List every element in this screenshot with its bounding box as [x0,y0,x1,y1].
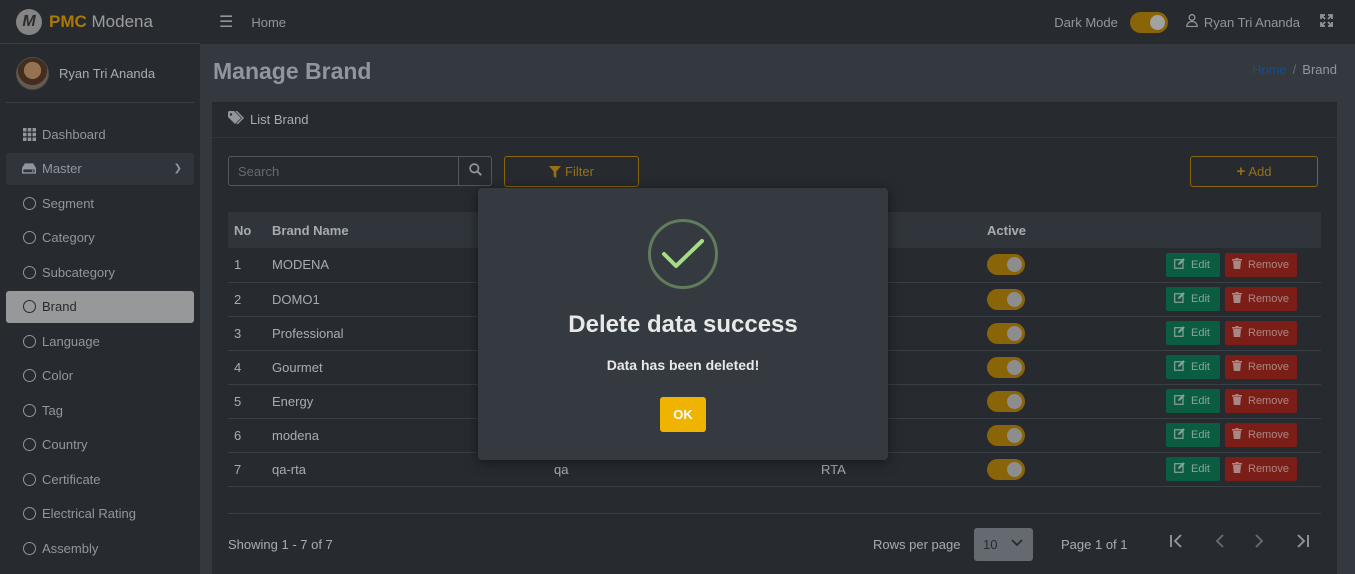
success-check-icon [648,219,718,289]
dialog-title: Delete data success [568,311,798,338]
dialog-message: Data has been deleted! [606,357,760,373]
ok-button[interactable]: OK [660,397,706,432]
success-dialog: Delete data success Data has been delete… [478,188,888,460]
